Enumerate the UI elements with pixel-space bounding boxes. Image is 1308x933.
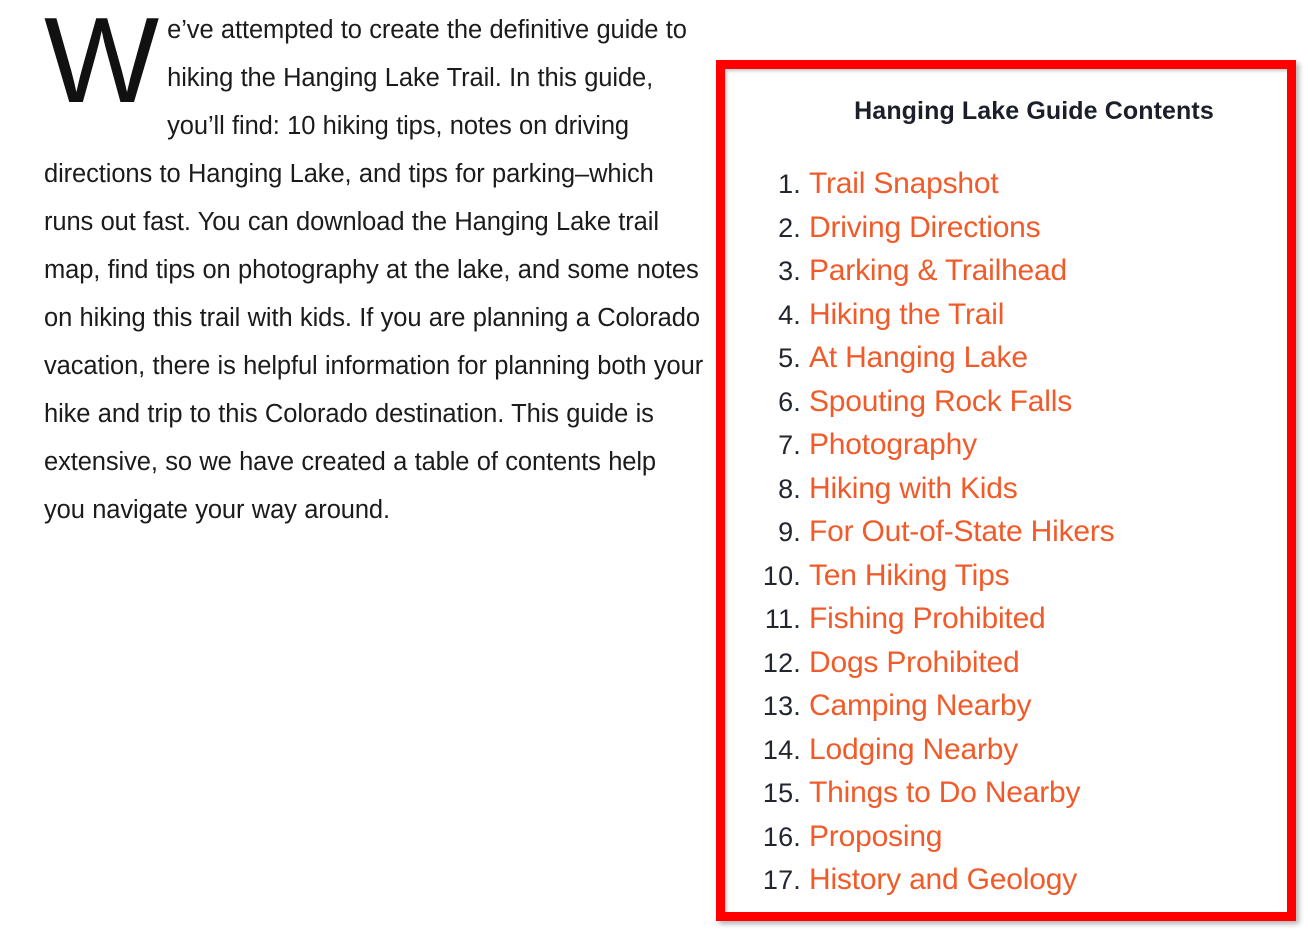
guide-contents-heading: Hanging Lake Guide Contents [854,97,1214,125]
list-item-number: 2. [778,212,801,243]
list-item-number: 11. [764,604,801,634]
list-item-number: 10. [762,560,801,591]
page-root: We’ve attempted to create the definitive… [0,0,1308,933]
list-item[interactable]: 13. Camping Nearby [725,684,1287,728]
list-item-link[interactable]: Trail Snapshot [809,162,999,206]
drop-cap-letter: W [44,0,159,128]
list-item-link[interactable]: Things to Do Nearby [809,771,1081,815]
list-item-link[interactable]: History and Geology [809,858,1077,902]
guide-contents-inner: Hanging Lake Guide Contents 1. Trail Snap… [725,69,1287,912]
list-item[interactable]: 8. Hiking with Kids [725,467,1287,511]
list-item-link[interactable]: For Out-of-State Hikers [809,510,1115,554]
list-item-link[interactable]: Ten Hiking Tips [809,554,1010,598]
list-item[interactable]: 17. History and Geology [725,858,1287,902]
list-item[interactable]: 12. Dogs Prohibited [725,641,1287,685]
list-item-link[interactable]: Proposing [809,815,942,859]
list-item-link[interactable]: Driving Directions [809,206,1041,250]
list-item[interactable]: 1. Trail Snapshot [725,162,1287,206]
list-item-number: 9. [778,517,801,547]
list-item-number: 7. [778,430,801,460]
list-item-link[interactable]: Photography [809,423,977,467]
list-item-number: 12. [762,647,801,678]
list-item-link[interactable]: Camping Nearby [809,684,1032,728]
list-item-link[interactable]: Dogs Prohibited [809,641,1020,685]
list-item-number: 4. [778,299,801,330]
list-item[interactable]: 16. Proposing [725,815,1287,859]
list-item-link[interactable]: At Hanging Lake [809,336,1028,380]
list-item-number: 3. [778,256,801,286]
list-item-number: 14. [762,734,801,765]
list-item-number: 16. [762,821,801,852]
list-item[interactable]: 14. Lodging Nearby [725,728,1287,772]
list-item-link[interactable]: Spouting Rock Falls [809,380,1072,424]
list-item-number: 5. [778,343,801,373]
list-item[interactable]: 11. Fishing Prohibited [725,597,1287,641]
list-item-link[interactable]: Lodging Nearby [809,728,1018,772]
list-item-number: 17. [762,865,801,895]
list-item[interactable]: 6. Spouting Rock Falls [725,380,1287,424]
article-column: We’ve attempted to create the definitive… [44,0,704,534]
list-item-number: 13. [762,691,801,721]
list-item-number: 8. [778,473,801,504]
list-item[interactable]: 5. At Hanging Lake [725,336,1287,380]
list-item-link[interactable]: Hiking the Trail [809,293,1004,337]
list-item[interactable]: 10. Ten Hiking Tips [725,554,1287,598]
list-item[interactable]: 2. Driving Directions [725,206,1287,250]
guide-contents-list: 1. Trail Snapshot 2. Driving Directions 3. Pa… [725,162,1287,902]
list-item-number: 15. [762,778,801,808]
guide-contents-box: Hanging Lake Guide Contents 1. Trail Snap… [716,60,1296,921]
list-item[interactable]: 9. For Out-of-State Hikers [725,510,1287,554]
list-item-link[interactable]: Fishing Prohibited [809,597,1046,641]
list-item-link[interactable]: Parking & Trailhead [809,249,1067,293]
list-item[interactable]: 3. Parking & Trailhead [725,249,1287,293]
list-item[interactable]: 7. Photography [725,423,1287,467]
list-item-number: 6. [778,386,801,417]
intro-paragraph: We’ve attempted to create the definitive… [44,0,704,534]
list-item[interactable]: 15. Things to Do Nearby [725,771,1287,815]
list-item[interactable]: 4. Hiking the Trail [725,293,1287,337]
list-item-link[interactable]: Hiking with Kids [809,467,1018,511]
list-item-number: 1. [778,169,801,199]
